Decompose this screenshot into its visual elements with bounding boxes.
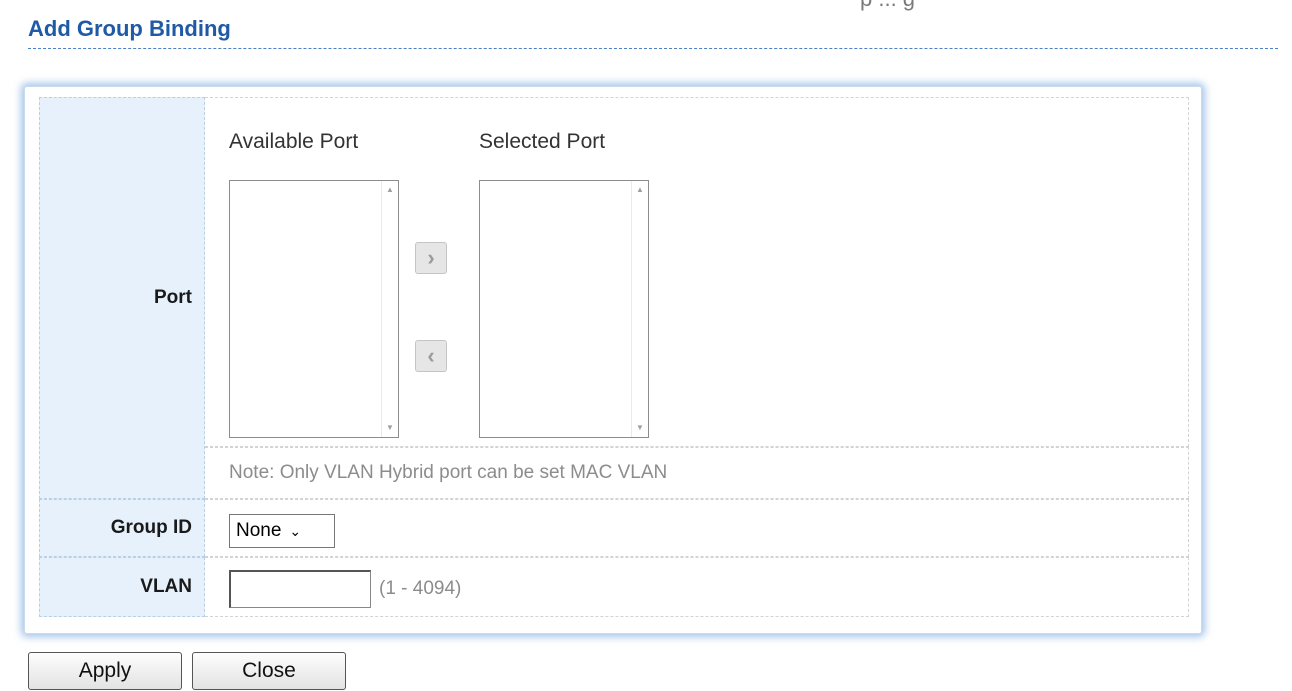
apply-button[interactable]: Apply xyxy=(28,652,182,690)
available-port-title: Available Port xyxy=(229,130,359,153)
port-label: Port xyxy=(154,287,192,308)
port-selector-cell: Available Port Selected Port ▲ ▼ › ‹ ▲ ▼ xyxy=(205,97,1189,447)
vlan-label-cell: VLAN xyxy=(39,557,205,617)
form-panel: Port Available Port Selected Port ▲ ▼ › … xyxy=(24,86,1202,634)
chevron-left-icon: ‹ xyxy=(427,343,435,368)
port-note-cell: Note: Only VLAN Hybrid port can be set M… xyxy=(205,447,1189,499)
group-id-label: Group ID xyxy=(110,517,192,538)
available-port-scrollbar[interactable]: ▲ ▼ xyxy=(381,181,398,437)
move-left-button[interactable]: ‹ xyxy=(415,340,447,372)
selected-port-scrollbar[interactable]: ▲ ▼ xyxy=(631,181,648,437)
close-button[interactable]: Close xyxy=(192,652,346,690)
available-port-list[interactable]: ▲ ▼ xyxy=(229,180,399,438)
move-right-button[interactable]: › xyxy=(415,242,447,274)
vlan-input[interactable] xyxy=(229,570,371,608)
vlan-cell: (1 - 4094) xyxy=(205,557,1189,617)
scroll-down-icon[interactable]: ▼ xyxy=(632,421,648,435)
scroll-down-icon[interactable]: ▼ xyxy=(382,421,398,435)
chevron-down-icon: ⌄ xyxy=(289,522,302,539)
title-divider xyxy=(28,48,1278,49)
scroll-up-icon[interactable]: ▲ xyxy=(382,183,398,197)
cropped-top-text: p ... g xyxy=(860,0,915,12)
group-id-cell: None ⌄ xyxy=(205,499,1189,557)
selected-port-list[interactable]: ▲ ▼ xyxy=(479,180,649,438)
form-grid: Port Available Port Selected Port ▲ ▼ › … xyxy=(39,97,1189,617)
vlan-label: VLAN xyxy=(140,576,192,597)
port-note: Note: Only VLAN Hybrid port can be set M… xyxy=(229,462,668,483)
chevron-right-icon: › xyxy=(427,245,435,270)
vlan-range-hint: (1 - 4094) xyxy=(379,578,462,599)
selected-port-title: Selected Port xyxy=(479,130,606,153)
page-title: Add Group Binding xyxy=(28,16,231,41)
port-label-cell: Port xyxy=(39,97,205,499)
scroll-up-icon[interactable]: ▲ xyxy=(632,183,648,197)
group-id-select[interactable]: None ⌄ xyxy=(229,514,335,548)
group-id-selected-value: None xyxy=(236,520,282,541)
group-id-label-cell: Group ID xyxy=(39,499,205,557)
